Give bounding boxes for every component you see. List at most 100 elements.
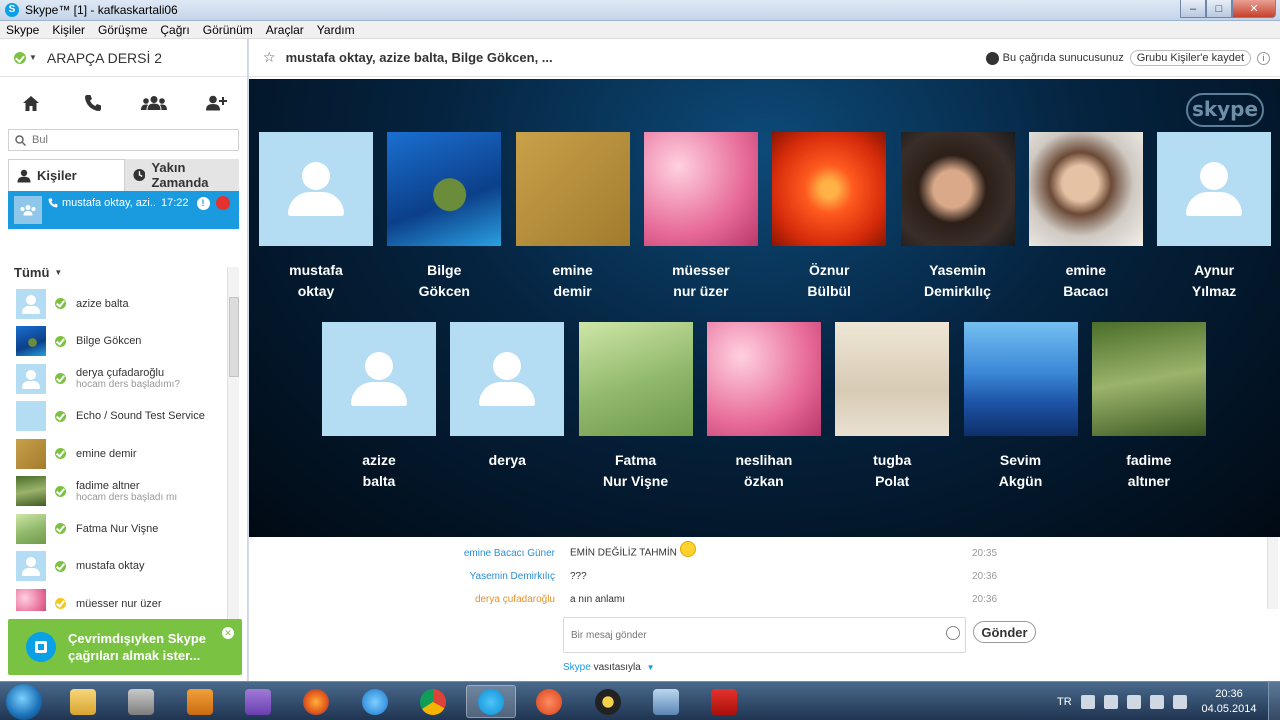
language-indicator[interactable]: TR xyxy=(1057,696,1072,708)
chevron-down-icon[interactable]: ▼ xyxy=(647,663,655,672)
menu-bar: Skype Kişiler Görüşme Çağrı Görünüm Araç… xyxy=(0,21,1280,39)
taskbar-internet-explorer[interactable] xyxy=(350,685,400,718)
close-button[interactable]: ✕ xyxy=(1232,0,1276,18)
active-call-name: mustafa oktay, azi... xyxy=(62,197,157,209)
add-contact-icon[interactable] xyxy=(199,86,233,120)
chevron-down-icon[interactable]: ▼ xyxy=(29,53,37,62)
host-info: Bu çağrıda sunucusunuz Grubu Kişiler'e k… xyxy=(985,50,1270,66)
taskbar-ccleaner[interactable] xyxy=(524,685,574,718)
contact-list-item[interactable]: müesser nur üzer xyxy=(8,585,240,611)
info-icon[interactable]: i xyxy=(1257,51,1270,65)
participant-tile[interactable]: Öznur Bülbül xyxy=(772,132,887,302)
phone-icon[interactable] xyxy=(76,86,110,120)
volume-icon[interactable] xyxy=(1172,694,1187,709)
profile-name[interactable]: ARAPÇA DERSİ 2 xyxy=(47,50,162,66)
message-input[interactable] xyxy=(563,617,966,653)
contact-avatar xyxy=(16,438,46,469)
star-icon[interactable]: ☆ xyxy=(263,49,276,66)
start-button[interactable] xyxy=(6,684,42,720)
end-call-icon[interactable] xyxy=(215,196,230,210)
contact-list-item[interactable]: mustafa oktay xyxy=(8,548,240,586)
participant-tile[interactable]: Bilge Gökcen xyxy=(387,132,502,302)
participant-tile[interactable]: fadime altıner xyxy=(1091,322,1206,492)
menu-skype[interactable]: Skype xyxy=(6,23,39,37)
maximize-button[interactable]: □ xyxy=(1206,0,1232,18)
home-icon[interactable] xyxy=(14,86,48,120)
participant-tile[interactable]: emine demir xyxy=(515,132,630,302)
contact-list-item[interactable]: Echo / Sound Test Service xyxy=(8,398,240,436)
chevron-up-icon[interactable] xyxy=(1080,694,1095,709)
taskbar-visual-studio[interactable] xyxy=(233,685,283,718)
participant-tile[interactable]: Aynur Yılmaz xyxy=(1157,132,1272,302)
taskbar-chrome[interactable] xyxy=(408,685,458,718)
group-icon[interactable] xyxy=(137,86,171,120)
participant-tile[interactable]: Sevim Akgün xyxy=(963,322,1078,492)
participant-tile[interactable]: müesser nur üzer xyxy=(643,132,758,302)
chat-message: derya çufadaroğlu a nın anlamı 20:36 xyxy=(249,588,1259,610)
menu-conversation[interactable]: Görüşme xyxy=(98,23,147,37)
message-sender[interactable]: Yasemin Demirkılıç xyxy=(249,571,555,582)
contact-list-item[interactable]: emine demir xyxy=(8,435,240,473)
participant-name: mustafa oktay xyxy=(259,260,373,302)
contact-avatar xyxy=(16,363,46,394)
contact-tabs: Kişiler Yakın Zamanda xyxy=(8,159,239,191)
taskbar-explorer[interactable] xyxy=(58,685,108,718)
contact-info: müesser nur üzer xyxy=(76,598,162,610)
contact-list-item[interactable]: Fatma Nur Vişne xyxy=(8,510,240,548)
close-icon[interactable]: ✕ xyxy=(222,627,234,639)
participant-tile[interactable]: azize balta xyxy=(322,322,436,492)
message-sender[interactable]: emine Bacacı Güner xyxy=(249,548,555,559)
network-icon[interactable] xyxy=(1149,694,1164,709)
active-call-item[interactable]: mustafa oktay, azi... 17:22 ! xyxy=(8,191,239,229)
chat-scrollbar[interactable] xyxy=(1267,537,1278,609)
contact-list-item[interactable]: azize balta xyxy=(8,285,240,323)
contact-list-item[interactable]: fadime altner hocam ders başladı mı xyxy=(8,473,240,511)
save-group-button[interactable]: Grubu Kişiler'e kaydet xyxy=(1129,50,1251,66)
taskbar-acrobat[interactable] xyxy=(699,685,749,718)
send-button[interactable]: Gönder xyxy=(973,621,1036,643)
participant-tile[interactable]: Fatma Nur Vişne xyxy=(578,322,693,492)
menu-call[interactable]: Çağrı xyxy=(160,23,189,37)
tab-contacts[interactable]: Kişiler xyxy=(8,159,125,191)
contact-list-item[interactable]: derya çufadaroğlu hocam ders başladımı? xyxy=(8,360,240,398)
taskbar-firefox[interactable] xyxy=(291,685,341,718)
taskbar-media-player[interactable] xyxy=(175,685,225,718)
menu-contacts[interactable]: Kişiler xyxy=(52,23,85,37)
contact-list-scrollbar[interactable] xyxy=(227,267,239,643)
flag-icon[interactable] xyxy=(1103,694,1118,709)
search-input[interactable] xyxy=(32,134,222,146)
participant-tile[interactable]: mustafa oktay xyxy=(259,132,373,302)
emoticon-icon[interactable] xyxy=(946,626,960,640)
contact-list-item[interactable]: Bilge Gökcen xyxy=(8,323,240,361)
show-desktop-button[interactable] xyxy=(1268,682,1280,720)
menu-help[interactable]: Yardım xyxy=(317,23,355,37)
tab-recent[interactable]: Yakın Zamanda xyxy=(124,159,239,191)
participant-tile[interactable]: tugba Polat xyxy=(835,322,950,492)
participant-tile[interactable]: derya xyxy=(450,322,565,471)
minimize-button[interactable]: – xyxy=(1180,0,1206,18)
profile-bar[interactable]: ▼ ARAPÇA DERSİ 2 xyxy=(0,39,247,77)
contact-group-header[interactable]: Tümü ▼ xyxy=(8,259,240,285)
taskbar-winamp-like[interactable] xyxy=(116,685,166,718)
via-skype-link[interactable]: Skype xyxy=(563,662,591,673)
participant-name-line-2: Bacacı xyxy=(1063,283,1109,299)
message-time: 20:35 xyxy=(972,547,998,559)
participant-tile[interactable]: Yasemin Demirkılıç xyxy=(900,132,1015,302)
power-icon[interactable] xyxy=(1126,694,1141,709)
participant-tile[interactable]: emine Bacacı xyxy=(1028,132,1143,302)
taskbar-winamp[interactable] xyxy=(583,685,633,718)
online-status-icon[interactable] xyxy=(14,51,26,64)
menu-view[interactable]: Görünüm xyxy=(203,23,253,37)
taskbar-virtual-pc[interactable] xyxy=(641,685,691,718)
taskbar-skype[interactable] xyxy=(466,685,517,718)
offline-calls-promo[interactable]: Çevrimdışıyken Skype çağrıları almak ist… xyxy=(8,619,242,675)
message-sender[interactable]: derya çufadaroğlu xyxy=(249,594,555,605)
participant-tile[interactable]: neslihan özkan xyxy=(706,322,821,492)
contact-name: Fatma Nur Vişne xyxy=(76,522,159,535)
tab-recent-label: Yakın Zamanda xyxy=(151,160,209,190)
contact-name: azize balta xyxy=(76,297,129,310)
taskbar-clock[interactable]: 20:36 04.05.2014 xyxy=(1196,687,1262,717)
scrollbar-thumb[interactable] xyxy=(229,297,239,377)
via-selector[interactable]: Skype vasıtasıyla ▼ xyxy=(563,662,655,673)
menu-tools[interactable]: Araçlar xyxy=(266,23,304,37)
